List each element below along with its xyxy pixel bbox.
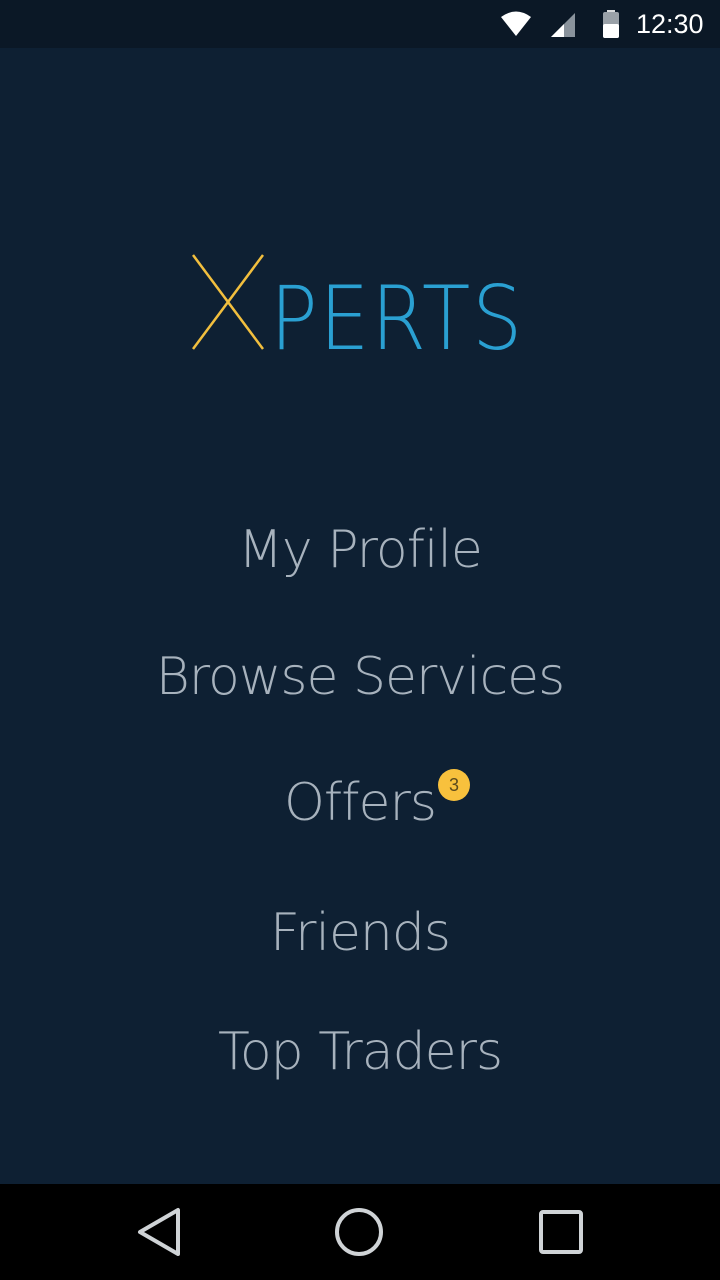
recents-icon xyxy=(539,1210,583,1254)
battery-icon xyxy=(603,10,619,38)
menu-item-offers-wrap: Offers 3 xyxy=(283,763,470,843)
app-screen: 12:30 PERTS My Profile Browse Services O… xyxy=(0,0,720,1280)
menu-item-label: Top Traders xyxy=(217,1022,503,1082)
menu-item-top-traders[interactable]: Top Traders xyxy=(0,1012,720,1092)
home-icon xyxy=(335,1208,383,1256)
logo-text: PERTS xyxy=(270,267,524,360)
status-clock: 12:30 xyxy=(636,9,704,39)
menu-item-label: My Profile xyxy=(238,520,483,580)
wifi-icon xyxy=(501,11,531,36)
menu-item-browse-services[interactable]: Browse Services xyxy=(0,637,720,717)
menu-item-offers[interactable]: Offers 3 xyxy=(0,763,720,843)
system-nav-bar xyxy=(0,1184,720,1280)
app-logo: PERTS xyxy=(0,250,720,360)
back-icon xyxy=(138,1208,180,1256)
back-button[interactable] xyxy=(132,1204,188,1260)
recents-button[interactable] xyxy=(533,1204,589,1260)
menu-item-friends[interactable]: Friends xyxy=(0,893,720,973)
home-button[interactable] xyxy=(331,1204,387,1260)
offers-count-badge: 3 xyxy=(438,769,470,801)
menu-item-label: Friends xyxy=(269,903,451,963)
menu-item-label: Offers xyxy=(283,773,437,833)
cell-signal-icon xyxy=(551,13,575,37)
menu-item-my-profile[interactable]: My Profile xyxy=(0,510,720,590)
menu-item-label: Browse Services xyxy=(155,647,566,707)
status-bar: 12:30 xyxy=(0,0,720,48)
